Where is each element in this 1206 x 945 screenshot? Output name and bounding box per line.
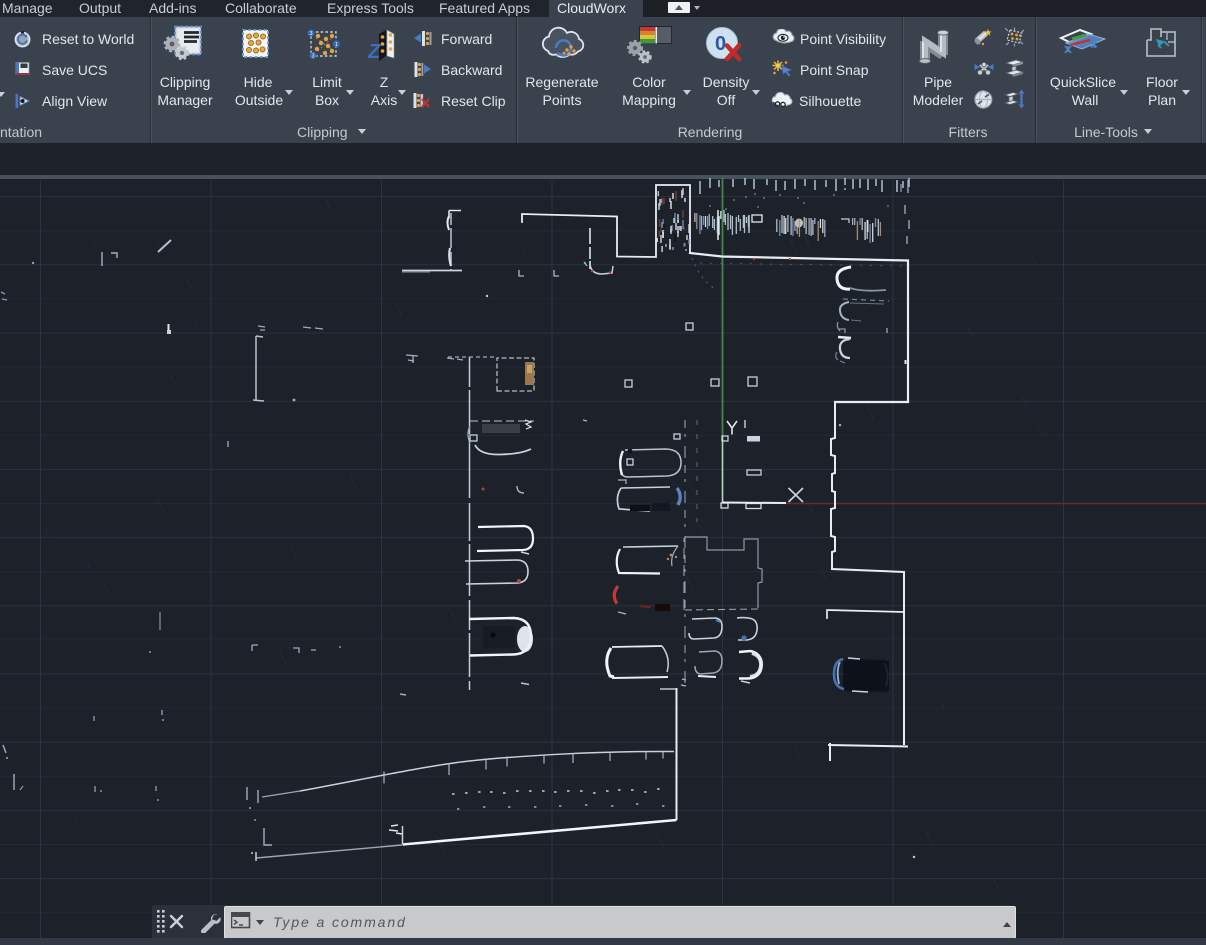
svg-text:1: 1 xyxy=(335,42,338,48)
svg-text:0: 0 xyxy=(715,33,726,55)
svg-text:3: 3 xyxy=(311,54,314,60)
svg-text:Z: Z xyxy=(368,41,381,63)
svg-text:3: 3 xyxy=(309,31,312,37)
